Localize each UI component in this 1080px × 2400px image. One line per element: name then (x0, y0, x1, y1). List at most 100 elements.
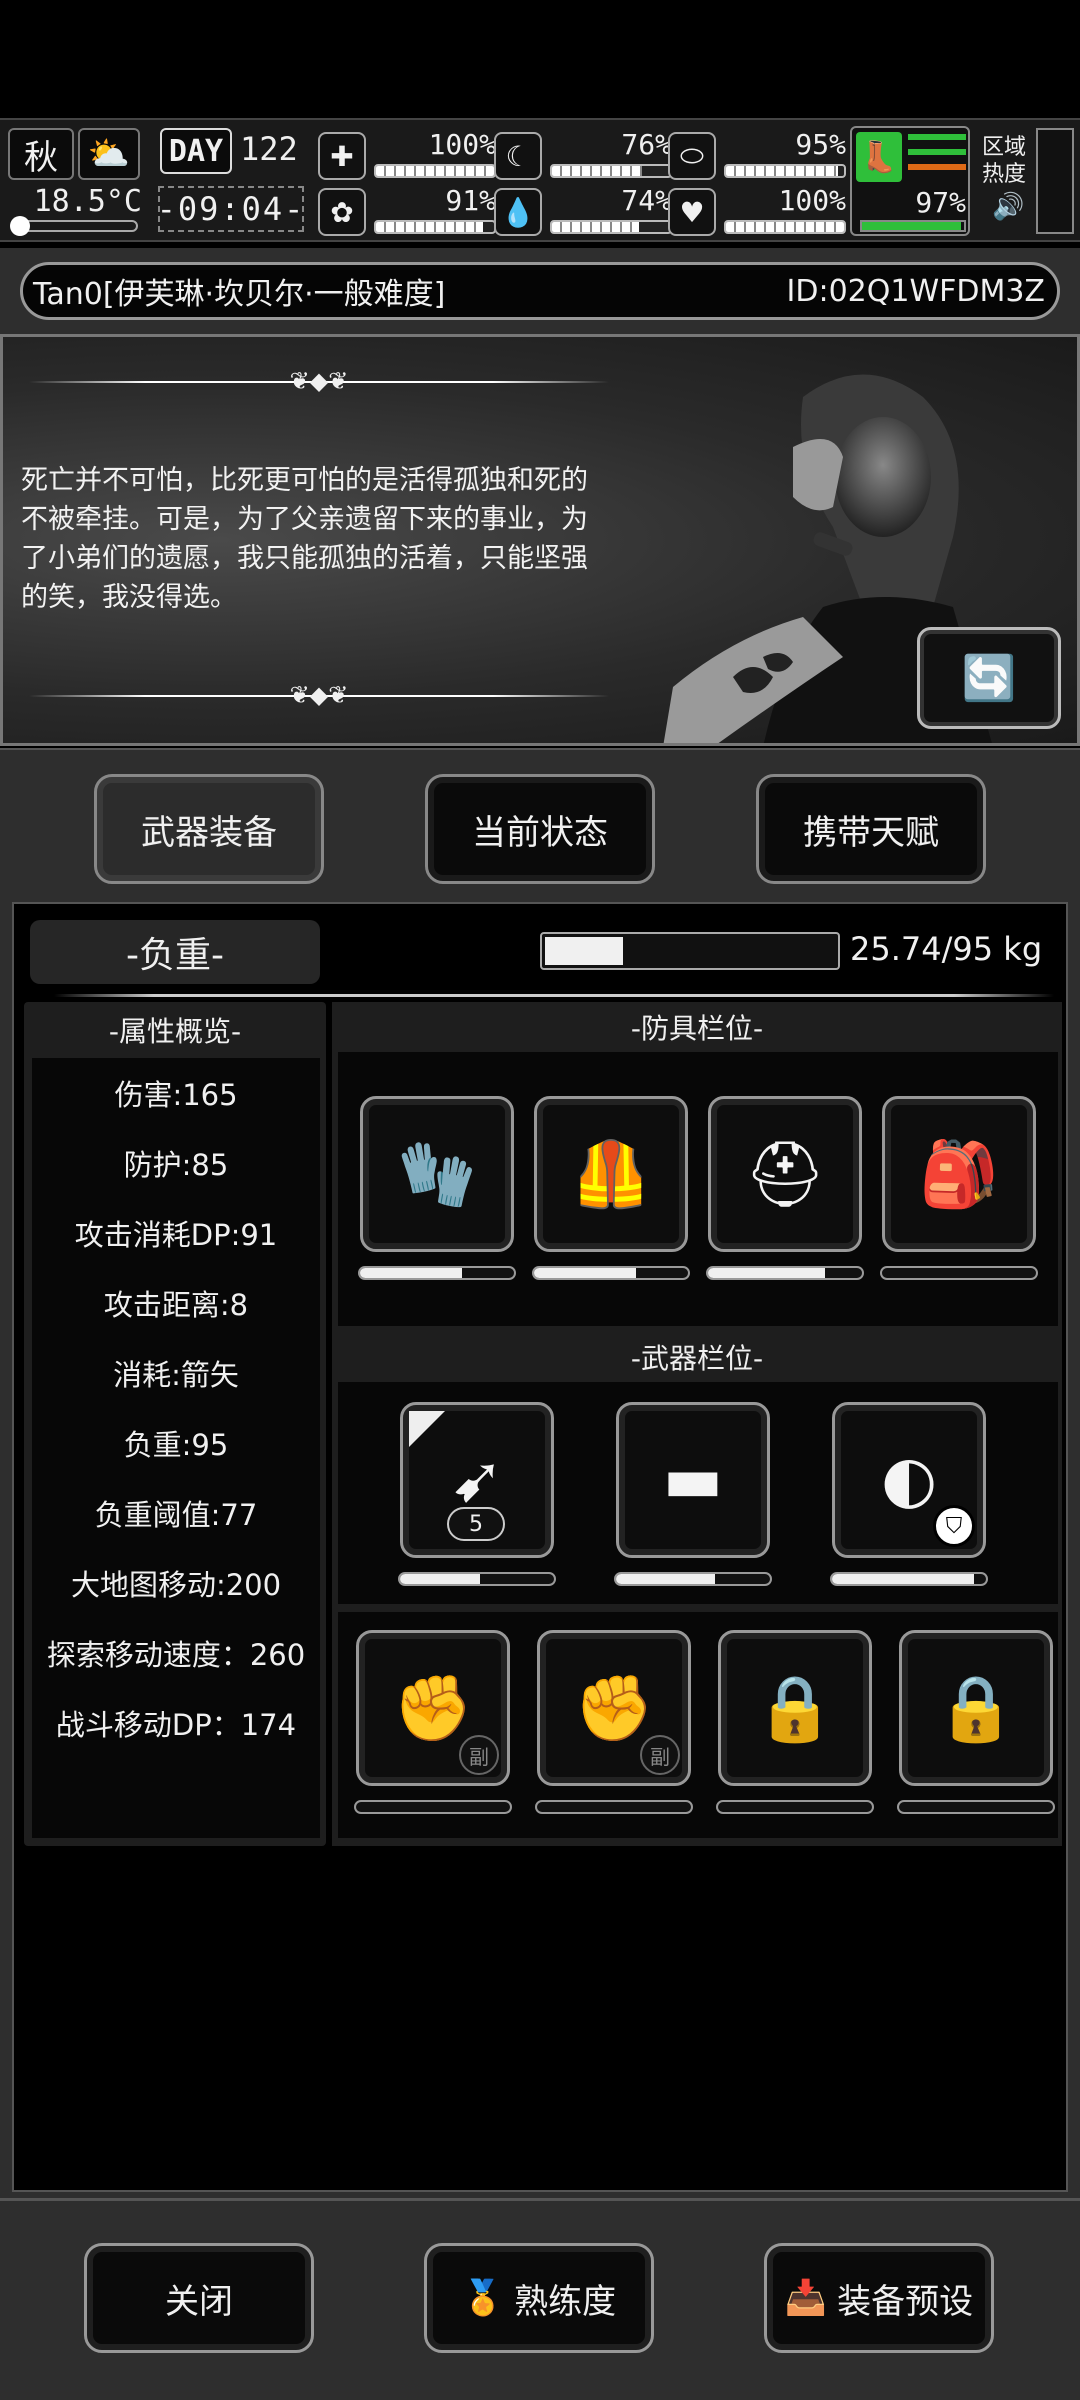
day-number: 122 (240, 130, 298, 168)
stat-value: 100% (778, 184, 846, 217)
area-heat-label: 区域热度 (982, 135, 1027, 187)
stat-value: 100% (428, 128, 496, 161)
tactical-vest-icon: 🦺 (571, 1137, 651, 1212)
durability-bar (880, 1266, 1038, 1280)
equipment-preset-button[interactable]: 📥 装备预设 (764, 2243, 994, 2353)
boot-icon: 👢 (856, 132, 902, 182)
day-label: DAY (160, 128, 232, 174)
medkit-icon: ✚ (318, 132, 366, 180)
durability-bar (897, 1800, 1055, 1814)
stamina-lines (908, 134, 966, 179)
assault-rifle-icon: ▬ (662, 1443, 724, 1517)
stat-bar (374, 220, 496, 234)
weapon-slot[interactable]: ▬ (616, 1402, 770, 1558)
stat-value: 91% (445, 184, 496, 217)
weapon-slots-title: -武器栏位- (630, 1342, 764, 1375)
stamina-panel: 👢 97% (850, 126, 970, 236)
partly-cloudy-icon: ⛅ (78, 128, 140, 180)
secondary-weapon-slot[interactable]: ✊ 副 (356, 1630, 510, 1786)
brain-icon: ✿ (318, 188, 366, 236)
attribute-item: 战斗移动DP：174 (55, 1708, 297, 1742)
secondary-badge: 副 (459, 1735, 499, 1775)
attribute-item: 消耗:箭矢 (113, 1358, 239, 1392)
character-name: Tan0[伊芙琳·坎贝尔·一般难度] (33, 277, 446, 312)
armor-slot[interactable]: 🧤 (360, 1096, 514, 1252)
attribute-item: 探索移动速度：260 (46, 1638, 306, 1672)
armor-slot[interactable]: 🦺 (534, 1096, 688, 1252)
helmet-icon: ⛑ (744, 1137, 826, 1212)
secondary-weapon-slot[interactable]: 🔒 (899, 1630, 1053, 1786)
close-button[interactable]: 关闭 (84, 2243, 314, 2353)
secondary-weapon-slot[interactable]: ✊ 副 (537, 1630, 691, 1786)
fist-lock-icon: 🔒 (755, 1671, 835, 1746)
character-story-panel: ❦◆❦ 死亡并不可怕，比死更可怕的是活得孤独和死的不被牵挂。可是，为了父亲遗留下… (0, 334, 1080, 746)
character-id: ID:02Q1WFDM3Z (786, 273, 1045, 309)
pill-icon: ⬭ (668, 132, 716, 180)
proficiency-button-label: 熟练度 (514, 2281, 617, 2322)
heart-icon: ♥ (668, 188, 716, 236)
temperature-readout: 18.5°C (33, 184, 142, 219)
secondary-weapon-slot[interactable]: 🔒 (718, 1630, 872, 1786)
divider (54, 994, 1054, 997)
weapon-slot[interactable]: ◐ ⛉ (832, 1402, 986, 1558)
tab-talents[interactable]: 携带天赋 (756, 774, 986, 884)
stat-bar (724, 220, 846, 234)
attribute-item: 大地图移动:200 (70, 1568, 282, 1602)
shield-badge-icon: ⛉ (933, 1505, 975, 1547)
attribute-item: 攻击消耗DP:91 (74, 1218, 278, 1252)
ammo-count: 5 (447, 1507, 505, 1541)
ornament-divider-bottom: ❦◆❦ (29, 681, 609, 711)
load-bar (540, 932, 840, 970)
durability-bar (354, 1800, 512, 1814)
season-label: 秋 (24, 137, 58, 178)
secondary-badge: 副 (640, 1735, 680, 1775)
stat-value: 76% (621, 128, 672, 161)
ornament-divider-top: ❦◆❦ (29, 367, 609, 397)
attribute-item: 伤害:165 (114, 1078, 238, 1112)
durability-bar (398, 1572, 556, 1586)
status-hud: 秋 ⛅ 18.5°C DAY 122 -09:04- ✚ 100% ☾ 76% ⬭ 95%… (0, 118, 1080, 242)
attribute-item: 负重:95 (123, 1428, 229, 1462)
load-value: 25.74/95 kg (850, 930, 1043, 968)
tab-weapons-equipment[interactable]: 武器装备 (94, 774, 324, 884)
fist-lock-icon: 🔒 (936, 1671, 1016, 1746)
close-button-label: 关闭 (165, 2281, 233, 2322)
armor-slots-title: -防具栏位- (630, 1012, 764, 1045)
durability-bar (716, 1800, 874, 1814)
water-drop-icon: 💧 (494, 188, 542, 236)
stat-bar (550, 220, 672, 234)
durability-bar (535, 1800, 693, 1814)
attribute-item: 攻击距离:8 (103, 1288, 249, 1322)
armor-slot[interactable]: 🎒 (882, 1096, 1036, 1252)
swap-outfit-icon: 🔄 (961, 653, 1017, 704)
character-quote: 死亡并不可怕，比死更可怕的是活得孤独和死的不被牵挂。可是，为了父亲遗留下来的事业… (21, 465, 588, 613)
proficiency-icon: 🏅 (461, 2278, 505, 2318)
tab-current-status[interactable]: 当前状态 (425, 774, 655, 884)
backpack-icon: 🎒 (919, 1137, 999, 1212)
stamina-value: 97% (915, 186, 966, 219)
gloves-icon: 🧤 (397, 1137, 477, 1212)
speaker-icon[interactable]: 🔊 (992, 192, 1024, 222)
equipment-panel: -负重- 25.74/95 kg -属性概览- 伤害:165 防护:85 攻击消耗D… (0, 888, 1080, 2198)
weapon-slots-panel: -武器栏位- ➹ 5 ▬ ◐ ⛉ ✊ 副 ✊ 副 🔒 🔒 (332, 1332, 1062, 1846)
proficiency-button[interactable]: 🏅 熟练度 (424, 2243, 654, 2353)
stat-bar (550, 164, 672, 178)
stat-value: 95% (795, 128, 846, 161)
game-clock: -09:04- (157, 186, 304, 232)
durability-bar (358, 1266, 516, 1280)
stamina-bar (860, 220, 966, 232)
attribute-list: 伤害:165 防护:85 攻击消耗DP:91 攻击距离:8 消耗:箭矢 负重:95 负重阈值… (32, 1058, 320, 1838)
season-indicator: 秋 (8, 128, 74, 180)
armor-slot[interactable]: ⛑ (708, 1096, 862, 1252)
attribute-overview-title: -属性概览- (108, 1015, 242, 1048)
stat-value: 74% (621, 184, 672, 217)
load-title: -负重- (30, 920, 320, 984)
stat-bar (724, 164, 846, 178)
equipment-preset-button-label: 装备预设 (837, 2281, 974, 2322)
swap-outfit-button[interactable]: 🔄 (917, 627, 1061, 729)
attribute-item: 负重阈值:77 (94, 1498, 258, 1532)
armor-slots-panel: -防具栏位- 🧤 🦺 ⛑ 🎒 (332, 1002, 1062, 1332)
bottom-action-bar: 关闭 🏅 熟练度 📥 装备预设 (0, 2198, 1080, 2400)
durability-bar (614, 1572, 772, 1586)
weapon-slot[interactable]: ➹ 5 (400, 1402, 554, 1558)
